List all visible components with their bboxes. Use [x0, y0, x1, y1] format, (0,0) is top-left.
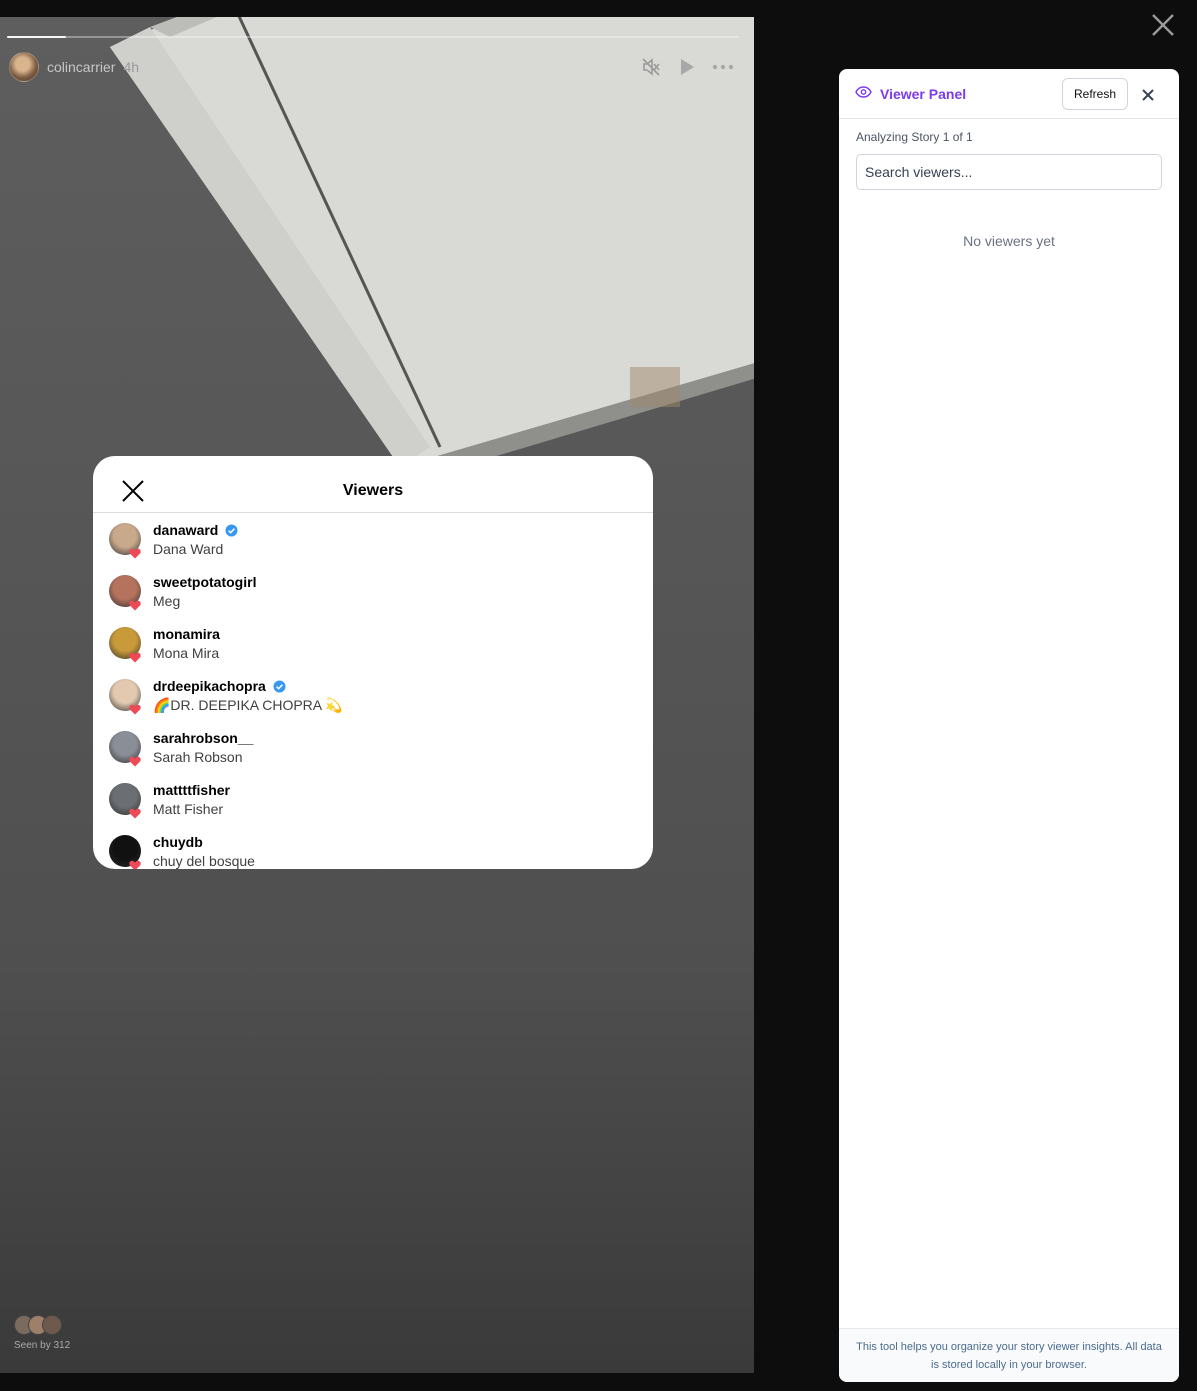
viewer-full-name: chuy del bosque — [153, 853, 255, 869]
heart-icon — [129, 858, 141, 869]
viewer-full-name: Dana Ward — [153, 541, 224, 557]
heart-icon — [129, 754, 141, 767]
empty-state: No viewers yet — [963, 233, 1055, 249]
verified-badge-icon — [225, 524, 238, 537]
viewers-modal-header: Viewers — [93, 456, 653, 513]
heart-icon — [129, 598, 141, 611]
refresh-button[interactable]: Refresh — [1062, 78, 1128, 110]
viewer-username-text[interactable]: sweetpotatogirl — [153, 574, 256, 590]
story-avatar[interactable] — [9, 52, 39, 82]
viewer-username-text[interactable]: drdeepikachopra — [153, 678, 266, 694]
analyzing-status: Analyzing Story 1 of 1 — [856, 130, 973, 144]
viewer-row[interactable]: mattttfisher Matt Fisher — [93, 773, 653, 825]
close-icon[interactable] — [121, 479, 145, 503]
play-icon[interactable] — [676, 56, 698, 78]
skylight-image — [110, 17, 754, 482]
story-time: 4h — [123, 59, 140, 75]
viewer-panel: Viewer Panel Refresh Analyzing Story 1 o… — [839, 69, 1179, 1382]
viewer-full-name: Mona Mira — [153, 645, 220, 661]
viewer-username-text[interactable]: mattttfisher — [153, 782, 230, 798]
heart-icon — [129, 702, 141, 715]
viewer-row[interactable]: danaward Dana Ward — [93, 513, 653, 565]
viewer-row[interactable]: sarahrobson__ Sarah Robson — [93, 721, 653, 773]
viewer-full-name: Sarah Robson — [153, 749, 243, 765]
verified-badge-icon — [273, 680, 286, 693]
close-icon[interactable] — [1141, 88, 1155, 102]
viewer-row[interactable]: drdeepikachopra 🌈DR. DEEPIKA CHOPRA 💫 — [93, 669, 653, 721]
viewer-full-name: Matt Fisher — [153, 801, 224, 817]
heart-icon — [129, 546, 141, 559]
heart-icon — [129, 806, 141, 819]
viewer-username[interactable]: sweetpotatogirl — [153, 574, 256, 590]
viewer-panel-header: Viewer Panel Refresh — [839, 69, 1179, 119]
seen-avatar — [42, 1315, 62, 1335]
story-progress-fill — [7, 36, 66, 38]
viewer-username[interactable]: monamira — [153, 626, 220, 642]
seen-by-count: Seen by 312 — [14, 1340, 71, 1351]
panel-footer: This tool helps you organize your story … — [839, 1328, 1179, 1382]
viewer-full-name: 🌈DR. DEEPIKA CHOPRA 💫 — [153, 697, 343, 713]
viewer-username-text[interactable]: chuydb — [153, 834, 203, 850]
viewer-username-text[interactable]: danaward — [153, 522, 218, 538]
viewer-row[interactable]: monamira Mona Mira — [93, 617, 653, 669]
viewer-panel-title: Viewer Panel — [880, 85, 967, 102]
seen-avatars — [14, 1315, 70, 1335]
viewers-modal-title: Viewers — [342, 481, 404, 499]
viewer-row[interactable]: sweetpotatogirl Meg — [93, 565, 653, 617]
eye-icon — [855, 85, 872, 103]
more-icon[interactable] — [712, 56, 734, 78]
story-progress-track — [7, 36, 739, 38]
story-controls — [640, 56, 734, 78]
story-username[interactable]: colincarrier — [47, 59, 115, 75]
viewer-username-text[interactable]: monamira — [153, 626, 220, 642]
story-header: colincarrier 4h — [9, 51, 734, 83]
viewer-username[interactable]: danaward — [153, 522, 238, 538]
seen-by[interactable]: Seen by 312 — [14, 1315, 70, 1351]
viewer-full-name: Meg — [153, 593, 181, 609]
viewer-username[interactable]: sarahrobson__ — [153, 730, 253, 746]
close-icon[interactable] — [1151, 13, 1175, 37]
search-viewers-input[interactable] — [856, 154, 1162, 190]
viewer-username[interactable]: mattttfisher — [153, 782, 230, 798]
viewer-username[interactable]: chuydb — [153, 834, 203, 850]
mute-icon[interactable] — [640, 56, 662, 78]
heart-icon — [129, 650, 141, 663]
viewers-modal: Viewers danaward Dana Ward sweetpotatogirl… — [93, 456, 653, 869]
viewer-username-text[interactable]: sarahrobson__ — [153, 730, 253, 746]
viewer-row[interactable]: chuydb chuy del bosque — [93, 825, 653, 869]
viewer-username[interactable]: drdeepikachopra — [153, 678, 286, 694]
